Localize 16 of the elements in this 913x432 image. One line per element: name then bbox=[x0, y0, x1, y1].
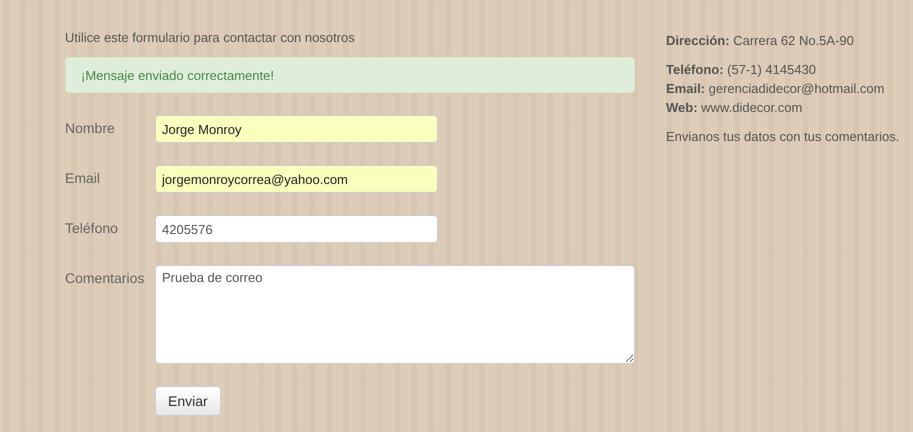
contact-line: Email: gerenciadidecor@hotmail.com bbox=[666, 80, 886, 98]
intro-text: Utilice este formulario para contactar con nosotros bbox=[65, 30, 356, 46]
field-label: Teléfono bbox=[65, 219, 119, 236]
success-alert: ¡Mensaje enviado correctamente! bbox=[65, 57, 635, 93]
contact-line: Teléfono: (57-1) 4145430 bbox=[666, 61, 818, 79]
input-field[interactable]: 4205576 bbox=[155, 215, 438, 243]
field-label: Nombre bbox=[65, 119, 116, 136]
input-field[interactable]: jorgemonroycorrea@yahoo.com bbox=[155, 165, 438, 193]
contact-line: Dirección: Carrera 62 No.5A-90 bbox=[666, 32, 855, 50]
field-label: Email bbox=[65, 169, 102, 186]
comment-field[interactable]: Prueba de correo bbox=[155, 265, 635, 364]
contact-line: Web: www.didecor.com bbox=[666, 99, 804, 117]
contact-line: Envianos tus datos con tus comentarios. bbox=[666, 128, 900, 146]
field-label: Comentarios bbox=[65, 269, 146, 286]
send-button[interactable]: Enviar bbox=[155, 386, 221, 416]
input-field[interactable]: Jorge Monroy bbox=[155, 115, 438, 143]
